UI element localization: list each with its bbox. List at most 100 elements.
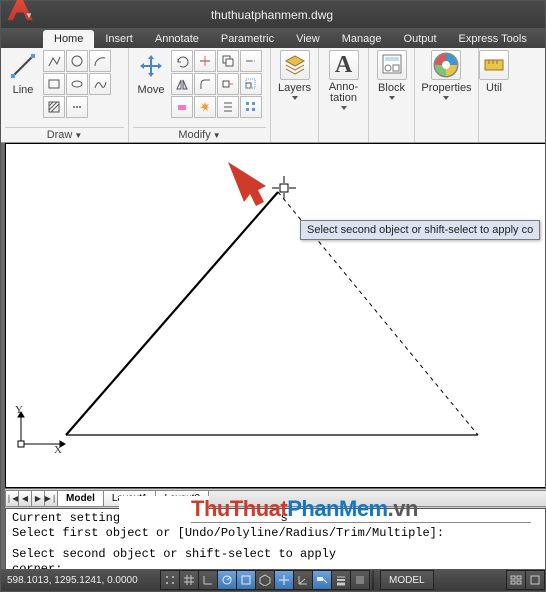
- erase-icon: [175, 100, 189, 114]
- layers-icon: [280, 50, 310, 80]
- status-ortho-button[interactable]: [198, 570, 218, 590]
- modify-tools-grid: [171, 50, 262, 118]
- explode-button[interactable]: [194, 96, 216, 118]
- properties-icon: [431, 50, 461, 80]
- command-input[interactable]: [387, 555, 539, 569]
- offset-button[interactable]: [217, 96, 239, 118]
- osnap-icon: [240, 574, 252, 586]
- tab-output[interactable]: Output: [393, 30, 448, 48]
- mirror-icon: [175, 77, 189, 91]
- draw-more-button[interactable]: [66, 96, 88, 118]
- status-grid-button[interactable]: [179, 570, 199, 590]
- workspace: Y X Select second object or shift-select…: [1, 143, 545, 591]
- trim-button[interactable]: [194, 50, 216, 72]
- status-model-button[interactable]: MODEL: [380, 570, 434, 590]
- rotate-icon: [175, 54, 189, 68]
- sheet-nav-last[interactable]: ▶❘: [44, 490, 58, 507]
- status-otrack-button[interactable]: [274, 570, 294, 590]
- sheet-nav-first[interactable]: ❘◀: [5, 490, 19, 507]
- tab-manage[interactable]: Manage: [331, 30, 393, 48]
- rectangle-button[interactable]: [43, 73, 65, 95]
- panel-draw-title[interactable]: Draw▼: [5, 127, 124, 142]
- status-coordinates[interactable]: 598.1013, 1295.1241, 0.0000: [1, 575, 161, 586]
- status-quickview-button[interactable]: [506, 570, 526, 590]
- dyn-icon: [316, 574, 328, 586]
- tab-express-tools[interactable]: Express Tools: [448, 30, 538, 48]
- panel-annotation: A Anno- tation .: [319, 48, 369, 142]
- axis-x-label: X: [54, 444, 62, 456]
- cmd-prompt-text: Select second object or shift-select to …: [12, 547, 387, 570]
- scale-button[interactable]: [240, 73, 262, 95]
- app-menu-caret-icon: ▼: [25, 11, 33, 20]
- layers-button[interactable]: Layers: [276, 50, 313, 100]
- tab-view[interactable]: View: [285, 30, 331, 48]
- rotate-button[interactable]: [171, 50, 193, 72]
- panel-layers: Layers .: [271, 48, 319, 142]
- line-button[interactable]: Line: [5, 50, 41, 96]
- offset-icon: [221, 100, 235, 114]
- stretch-button[interactable]: [217, 73, 239, 95]
- tab-home[interactable]: Home: [43, 30, 94, 48]
- arc-button[interactable]: [89, 50, 111, 72]
- properties-button[interactable]: Properties: [419, 50, 473, 100]
- array-button[interactable]: [240, 96, 262, 118]
- spline-button[interactable]: [89, 73, 111, 95]
- status-ducs-button[interactable]: [293, 570, 313, 590]
- status-dyn-button[interactable]: [312, 570, 332, 590]
- hatch-icon: [47, 100, 61, 114]
- measure-icon: [479, 50, 509, 80]
- drawing-canvas[interactable]: Y X Select second object or shift-select…: [5, 143, 545, 488]
- move-button[interactable]: Move: [133, 50, 169, 96]
- block-button[interactable]: Block: [375, 50, 409, 100]
- titlebar: ▼ thuthuatphanmem.dwg: [1, 1, 545, 28]
- hatch-button[interactable]: [43, 96, 65, 118]
- status-snapgrid-button[interactable]: [160, 570, 180, 590]
- panel-modify-title[interactable]: Modify▼: [133, 127, 266, 142]
- polyline-button[interactable]: [43, 50, 65, 72]
- command-window[interactable]: Current settings: Modes Select first obj…: [5, 508, 545, 570]
- panel-draw: Line Draw▼: [1, 48, 129, 142]
- fillet-button[interactable]: [194, 73, 216, 95]
- status-3dosnap-button[interactable]: [255, 570, 275, 590]
- panel-utilities: Util .: [479, 48, 509, 142]
- circle-button[interactable]: [66, 50, 88, 72]
- ellipse-button[interactable]: [66, 73, 88, 95]
- window-title: thuthuatphanmem.dwg: [39, 8, 545, 22]
- block-icon: [377, 50, 407, 80]
- move-icon: [135, 50, 167, 82]
- ellipse-icon: [70, 77, 84, 91]
- hscroll-bar[interactable]: [208, 490, 546, 507]
- layout-tabs: ❘◀ ◀ ▶ ▶❘ Model Layout1 Layout2: [5, 489, 546, 508]
- rectangle-icon: [47, 77, 61, 91]
- text-icon: A: [329, 50, 359, 80]
- extend-button[interactable]: [240, 50, 262, 72]
- draw-more-icon: [70, 100, 84, 114]
- sheet-nav-next[interactable]: ▶: [31, 490, 45, 507]
- status-osnap-button[interactable]: [236, 570, 256, 590]
- cmd-history-line: Select first object or [Undo/Polyline/Ra…: [12, 526, 539, 541]
- utilities-label: Util: [486, 82, 502, 94]
- erase-button[interactable]: [171, 96, 193, 118]
- copy-button[interactable]: [217, 50, 239, 72]
- tab-parametric[interactable]: Parametric: [210, 30, 285, 48]
- block-label: Block: [378, 82, 405, 94]
- status-transparency-button[interactable]: [350, 570, 370, 590]
- sheet-tab-model[interactable]: Model: [57, 490, 104, 507]
- otrack-icon: [278, 574, 290, 586]
- circle-icon: [70, 54, 84, 68]
- caret-down-icon: ▼: [74, 131, 82, 140]
- arc-icon: [93, 54, 107, 68]
- sheet-nav-prev[interactable]: ◀: [18, 490, 32, 507]
- mirror-button[interactable]: [171, 73, 193, 95]
- status-layouts-button[interactable]: [525, 570, 545, 590]
- annotation-label: Anno- tation: [329, 82, 358, 104]
- draw-tools-grid: [43, 50, 111, 118]
- tab-insert[interactable]: Insert: [94, 30, 144, 48]
- status-lwt-button[interactable]: [331, 570, 351, 590]
- annotation-button[interactable]: A Anno- tation: [327, 50, 361, 110]
- tab-annotate[interactable]: Annotate: [144, 30, 210, 48]
- utilities-button[interactable]: Util: [477, 50, 511, 94]
- line-label: Line: [13, 84, 34, 96]
- status-polar-button[interactable]: [217, 570, 237, 590]
- caret-down-icon: [341, 106, 347, 110]
